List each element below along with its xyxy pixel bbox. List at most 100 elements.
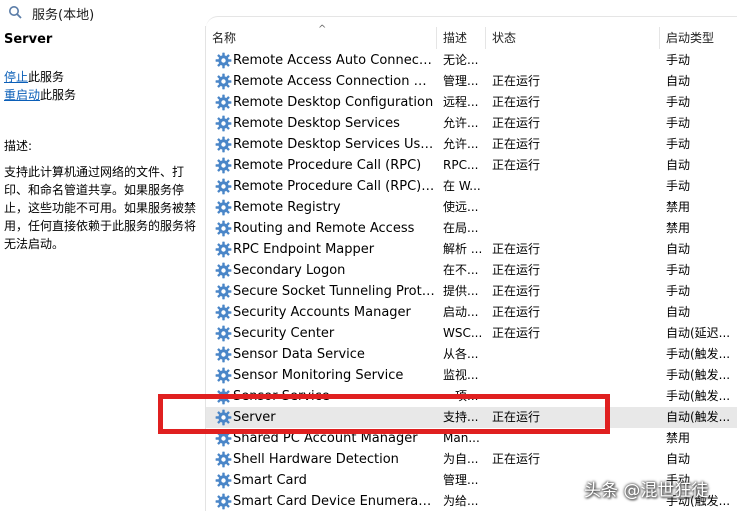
table-row[interactable]: Sensor Monitoring Service 监视... 手动(触发... — [206, 365, 737, 386]
service-startup-type: 手动(触发... — [666, 389, 731, 403]
stop-service-line: 停止此服务 — [4, 68, 64, 85]
table-row[interactable]: Remote Procedure Call (RPC) RPC... 正在运行 自动 — [206, 155, 737, 176]
table-row[interactable]: Security Center WSC... 正在运行 自动(延迟... — [206, 323, 737, 344]
service-name: RPC Endpoint Mapper — [233, 242, 375, 257]
service-startup-type: 手动 — [666, 179, 691, 193]
service-description-cell: 解析 ... — [443, 242, 483, 256]
service-description-cell: 无论... — [443, 53, 479, 67]
service-startup-type: 手动 — [666, 53, 691, 67]
service-startup-type: 禁用 — [666, 431, 691, 445]
column-header-description[interactable]: 描述 — [437, 27, 486, 49]
service-description-cell: 监视... — [443, 368, 479, 382]
service-status: 正在运行 — [492, 116, 541, 130]
restart-service-suffix: 此服务 — [40, 88, 77, 102]
service-description-cell: 在局... — [443, 221, 479, 235]
services-table: Remote Access Auto Connection ... 无论... 手动… — [206, 50, 737, 512]
table-row[interactable]: Remote Registry 使远... 禁用 — [206, 197, 737, 218]
service-description-cell: 允许... — [443, 116, 479, 130]
gear-icon — [215, 325, 232, 342]
table-row[interactable]: Remote Desktop Services 允许... 正在运行 手动 — [206, 113, 737, 134]
table-row[interactable]: Remote Access Connection Man... 管理... 正在运行… — [206, 71, 737, 92]
service-startup-type: 手动 — [666, 263, 691, 277]
service-name: Remote Desktop Services — [233, 116, 400, 131]
table-row[interactable]: Security Accounts Manager 启动... 正在运行 自动 — [206, 302, 737, 323]
service-status: 正在运行 — [492, 95, 541, 109]
service-name: Sensor Data Service — [233, 347, 365, 362]
gear-icon — [215, 157, 232, 174]
table-row[interactable]: Secure Socket Tunneling Protoco... 提供... 正… — [206, 281, 737, 302]
gear-icon — [215, 493, 232, 510]
gear-icon — [215, 241, 232, 258]
gear-icon — [215, 52, 232, 69]
column-header-name[interactable]: 名称 — [206, 27, 437, 49]
service-description-cell: 提供... — [443, 284, 479, 298]
service-status: 正在运行 — [492, 452, 541, 466]
service-description-cell: RPC... — [443, 158, 479, 172]
gear-icon — [215, 115, 232, 132]
service-name: Smart Card — [233, 473, 307, 488]
service-description: 支持此计算机通过网络的文件、打印、和命名管道共享。如果服务停止，这些功能不可用。… — [4, 165, 197, 251]
gear-icon — [215, 472, 232, 489]
gear-icon — [215, 346, 232, 363]
table-row[interactable]: RPC Endpoint Mapper 解析 ... 正在运行 自动 — [206, 239, 737, 260]
service-name: Secure Socket Tunneling Protoco... — [233, 284, 436, 299]
table-row[interactable]: Remote Procedure Call (RPC) Loc... 在 W...… — [206, 176, 737, 197]
service-status: 正在运行 — [492, 305, 541, 319]
column-header-startup-type[interactable]: 启动类型 — [660, 27, 737, 49]
service-description-cell: 从各... — [443, 347, 479, 361]
service-name: Remote Procedure Call (RPC) — [233, 158, 422, 173]
service-startup-type: 自动 — [666, 305, 691, 319]
column-header-status[interactable]: 状态 — [486, 27, 660, 49]
gear-icon — [215, 220, 232, 237]
table-row[interactable]: Routing and Remote Access 在局... 禁用 — [206, 218, 737, 239]
watermark: 头条 @混世狂徒 — [584, 481, 709, 501]
gear-icon — [215, 136, 232, 153]
gear-icon — [215, 199, 232, 216]
service-name: Sensor Monitoring Service — [233, 368, 404, 383]
table-row[interactable]: Remote Desktop Services UserM... 允许... 正在运… — [206, 134, 737, 155]
service-startup-type: 自动 — [666, 242, 691, 256]
table-row[interactable]: Sensor Data Service 从各... 手动(触发... — [206, 344, 737, 365]
service-startup-type: 手动 — [666, 284, 691, 298]
service-name: Smart Card Device Enumeration ... — [233, 494, 436, 509]
service-description-cell: 在不... — [443, 263, 479, 277]
service-description-cell: 管理... — [443, 74, 479, 88]
gear-icon — [215, 367, 232, 384]
service-name: Security Center — [233, 326, 335, 341]
restart-service-line: 重启动此服务 — [4, 86, 76, 103]
stop-service-link[interactable]: 停止 — [4, 70, 28, 84]
service-name: Security Accounts Manager — [233, 305, 411, 320]
service-startup-type: 自动(延迟... — [666, 326, 731, 340]
gear-icon — [215, 94, 232, 111]
search-icon — [9, 6, 22, 19]
gear-icon — [215, 304, 232, 321]
service-status: 正在运行 — [492, 242, 541, 256]
table-row[interactable]: Secondary Logon 在不... 正在运行 手动 — [206, 260, 737, 281]
service-name: Secondary Logon — [233, 263, 346, 278]
service-startup-type: 手动(触发... — [666, 347, 731, 361]
service-name: Remote Access Connection Man... — [233, 74, 436, 89]
service-status: 正在运行 — [492, 284, 541, 298]
service-startup-type: 手动 — [666, 116, 691, 130]
service-description-cell: 在 W... — [443, 179, 481, 193]
service-startup-type: 自动 — [666, 74, 691, 88]
service-status: 正在运行 — [492, 137, 541, 151]
selected-service-title: Server — [4, 32, 53, 47]
gear-icon — [215, 178, 232, 195]
gear-icon — [215, 283, 232, 300]
service-status: 正在运行 — [492, 326, 541, 340]
restart-service-link[interactable]: 重启动 — [4, 88, 40, 102]
service-description-cell: 为自... — [443, 452, 479, 466]
service-description-cell: 允许... — [443, 137, 479, 151]
service-status: 正在运行 — [492, 74, 541, 88]
gear-icon — [215, 73, 232, 90]
table-row[interactable]: Remote Access Auto Connection ... 无论... 手动 — [206, 50, 737, 71]
service-startup-type: 手动 — [666, 95, 691, 109]
service-name: Remote Desktop Services UserM... — [233, 137, 436, 152]
stop-service-suffix: 此服务 — [28, 70, 65, 84]
table-row[interactable]: Shell Hardware Detection 为自... 正在运行 自动 — [206, 449, 737, 470]
service-description-cell: 使远... — [443, 200, 479, 214]
service-startup-type: 禁用 — [666, 221, 691, 235]
table-row[interactable]: Remote Desktop Configuration 远程... 正在运行 手动 — [206, 92, 737, 113]
service-startup-type: 自动 — [666, 158, 691, 172]
